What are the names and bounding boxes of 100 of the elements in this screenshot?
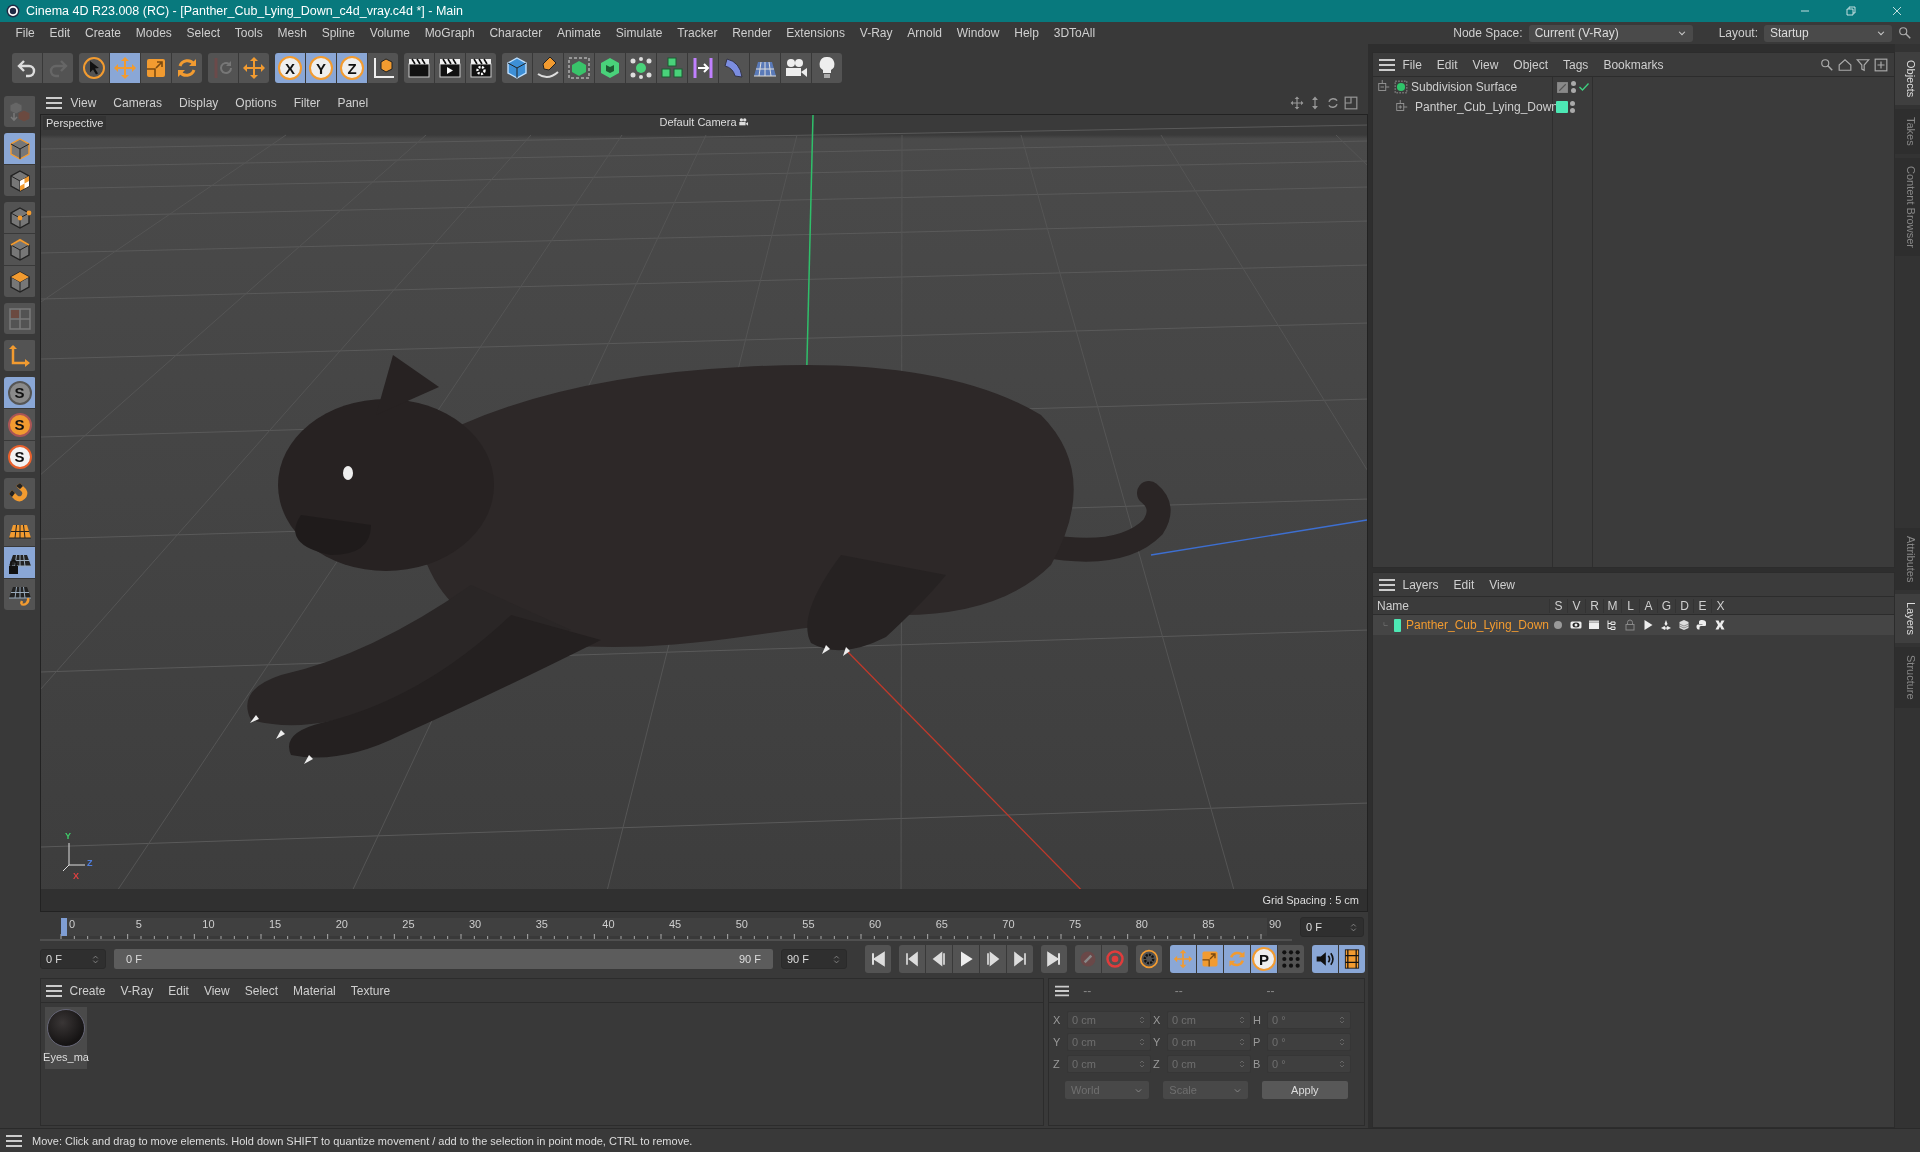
menu-item[interactable]: V-Ray <box>852 26 900 40</box>
menu-item[interactable]: V-Ray <box>113 983 161 998</box>
panel-tab[interactable]: Structure <box>1895 647 1920 708</box>
menu-item[interactable]: Animate <box>549 26 609 40</box>
tool-button[interactable] <box>404 53 434 83</box>
layer-name[interactable]: Panther_Cub_Lying_Down <box>1406 618 1549 632</box>
tool-button[interactable] <box>4 515 35 546</box>
tool-button[interactable] <box>4 547 35 578</box>
tool-button[interactable] <box>4 234 35 265</box>
menu-icon[interactable] <box>6 1134 22 1147</box>
tool-button[interactable]: S <box>4 377 35 408</box>
menu-item[interactable]: Extensions <box>778 26 853 40</box>
column-header[interactable]: X <box>1711 598 1729 613</box>
visibility-dots[interactable] <box>1570 101 1575 113</box>
menu-item[interactable]: Window <box>949 26 1007 40</box>
tool-button[interactable] <box>533 53 563 83</box>
menu-item[interactable]: Material <box>285 983 344 998</box>
menu-item[interactable]: Mesh <box>270 26 315 40</box>
layer-color-swatch[interactable] <box>1556 101 1568 113</box>
node-space-dropdown[interactable]: Current (V-Ray) <box>1528 24 1693 42</box>
menu-icon[interactable] <box>46 984 62 997</box>
column-header[interactable]: E <box>1693 598 1711 613</box>
menu-item[interactable]: Help <box>1006 26 1047 40</box>
collapse-toggle[interactable] <box>1377 80 1391 94</box>
tool-button[interactable] <box>79 53 109 83</box>
menu-item[interactable]: Simulate <box>608 26 670 40</box>
menu-item[interactable]: Bookmarks <box>1595 57 1671 72</box>
menu-item[interactable]: Layers <box>1395 577 1447 592</box>
start-frame-field[interactable]: 0 F <box>40 949 106 969</box>
menu-icon[interactable] <box>46 97 62 109</box>
tool-button[interactable] <box>435 53 465 83</box>
menu-item[interactable]: Edit <box>1429 57 1466 72</box>
panel-tab[interactable]: Layers <box>1895 594 1920 644</box>
menu-item[interactable]: Select <box>237 983 286 998</box>
column-header[interactable]: D <box>1675 598 1693 613</box>
menu-item[interactable]: Edit <box>1446 577 1482 592</box>
menu-item[interactable]: Display <box>170 96 227 110</box>
column-header[interactable]: L <box>1621 598 1639 613</box>
menu-icon[interactable] <box>1379 58 1395 71</box>
panel-tab[interactable]: Attributes <box>1895 527 1920 591</box>
tool-button[interactable] <box>781 53 811 83</box>
menu-item[interactable]: Select <box>179 26 228 40</box>
menu-item[interactable]: Options <box>226 96 286 110</box>
tool-button[interactable] <box>1041 945 1067 973</box>
panel-tab[interactable]: Takes <box>1895 109 1920 155</box>
menu-item[interactable]: Panel <box>328 96 377 110</box>
object-name[interactable]: Panther_Cub_Lying_Down <box>1415 100 1558 114</box>
tool-button[interactable] <box>1339 945 1365 973</box>
layout-dropdown[interactable]: Startup <box>1764 24 1892 42</box>
tool-button[interactable] <box>368 53 398 83</box>
menu-item[interactable]: Arnold <box>899 26 950 40</box>
enabled-toggle[interactable] <box>1578 81 1590 93</box>
column-header[interactable]: R <box>1585 598 1603 613</box>
menu-item[interactable]: View <box>62 96 105 110</box>
tool-button[interactable]: Z <box>337 53 367 83</box>
tool-button[interactable] <box>4 266 35 297</box>
column-header[interactable]: V <box>1567 598 1585 613</box>
menu-item[interactable]: View <box>196 983 238 998</box>
menu-item[interactable]: View <box>1481 577 1523 592</box>
menu-item[interactable]: Texture <box>343 983 398 998</box>
expand-toggle[interactable] <box>1395 100 1409 114</box>
column-header[interactable]: G <box>1657 598 1675 613</box>
menu-item[interactable]: Edit <box>42 26 78 40</box>
column-header[interactable]: S <box>1549 598 1567 613</box>
menu-item[interactable]: Object <box>1505 57 1556 72</box>
frame-range-track[interactable]: 0 F 90 F <box>114 949 773 969</box>
tool-button[interactable] <box>4 579 35 610</box>
menu-item[interactable]: Render <box>724 26 779 40</box>
tool-button[interactable] <box>4 165 35 196</box>
tool-button[interactable] <box>1136 945 1162 973</box>
layer-color-swatch[interactable] <box>1393 618 1401 632</box>
tool-button[interactable]: Y <box>306 53 336 83</box>
menu-item[interactable]: 3DToAll <box>1046 26 1103 40</box>
tool-button[interactable] <box>865 945 891 973</box>
column-header[interactable]: A <box>1639 598 1657 613</box>
column-header[interactable]: Name <box>1373 598 1549 613</box>
menu-item[interactable]: Volume <box>362 26 418 40</box>
menu-item[interactable]: Tags <box>1555 57 1596 72</box>
current-frame-field[interactable]: 0 F <box>1300 917 1364 937</box>
menu-item[interactable]: View <box>1465 57 1506 72</box>
object-name[interactable]: Subdivision Surface <box>1411 80 1518 94</box>
menu-item[interactable]: MoGraph <box>417 26 483 40</box>
tool-button[interactable] <box>812 53 842 83</box>
tool-button[interactable]: P <box>1251 945 1277 973</box>
tool-button[interactable]: S <box>4 441 35 472</box>
menu-item[interactable]: Edit <box>160 983 197 998</box>
menu-item[interactable]: Character <box>482 26 550 40</box>
menu-item[interactable]: Modes <box>128 26 180 40</box>
tool-button[interactable] <box>953 945 979 973</box>
column-header[interactable]: M <box>1603 598 1621 613</box>
panel-tab[interactable]: Objects <box>1895 52 1920 106</box>
menu-icon[interactable] <box>1379 578 1395 591</box>
tool-button[interactable]: X <box>275 53 305 83</box>
menu-item[interactable]: Cameras <box>104 96 171 110</box>
tool-button[interactable] <box>1312 945 1338 973</box>
tool-button[interactable] <box>688 53 718 83</box>
menu-item[interactable]: File <box>1395 57 1430 72</box>
tool-button[interactable] <box>4 202 35 233</box>
menu-item[interactable]: Create <box>77 26 129 40</box>
menu-item[interactable]: Filter <box>285 96 329 110</box>
